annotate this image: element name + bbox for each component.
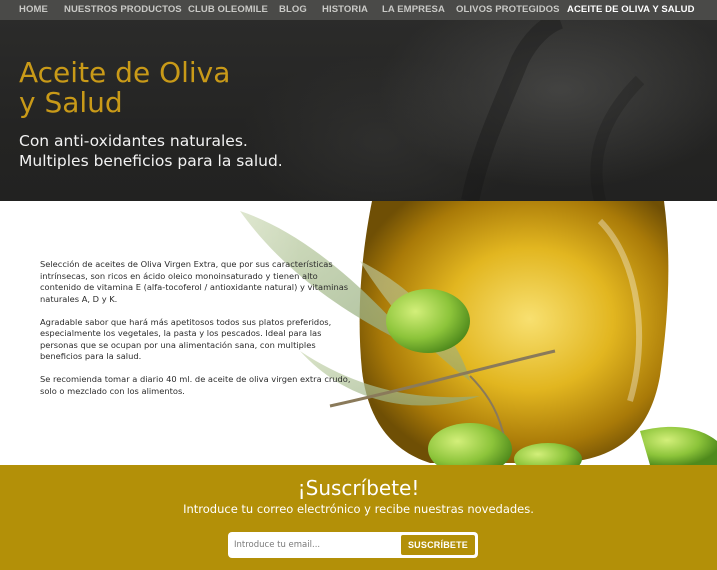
nav-item-club-oleomile[interactable]: CLUB OLEOMILE <box>188 4 268 15</box>
nav-item-historia[interactable]: HISTORIA <box>322 4 368 15</box>
content-section: Selección de aceites de Oliva Virgen Ext… <box>0 201 717 465</box>
subscribe-text: Introduce tu correo electrónico y recibe… <box>183 502 534 516</box>
hero-subtitle-line2: Multiples beneficios para la salud. <box>19 152 283 170</box>
email-input[interactable] <box>232 535 398 555</box>
nav-item-olivos-protegidos[interactable]: OLIVOS PROTEGIDOS <box>456 4 560 15</box>
nav-item-home[interactable]: HOME <box>19 4 48 15</box>
paragraph-2: Agradable sabor que hará más apetitosos … <box>40 316 332 362</box>
subscribe-button[interactable]: SUSCRÍBETE <box>401 535 475 555</box>
page-title-line1: Aceite de Oliva <box>19 56 231 89</box>
subscribe-title: ¡Suscríbete! <box>297 476 420 500</box>
subscribe-section: ¡Suscríbete! Introduce tu correo electró… <box>0 465 717 570</box>
hero-subtitle: Con anti-oxidantes naturales. Multiples … <box>19 131 379 171</box>
health-text: Selección de aceites de Oliva Virgen Ext… <box>40 259 360 409</box>
paragraph-1: Selección de aceites de Oliva Virgen Ext… <box>40 259 349 304</box>
nav-item-la-empresa[interactable]: LA EMPRESA <box>382 4 445 15</box>
nav-item-nuestros-productos[interactable]: NUESTROS PRODUCTOS <box>64 4 182 15</box>
paragraph-3: Se recomienda tomar a diario 40 ml. de a… <box>40 374 351 396</box>
main-nav: HOME NUESTROS PRODUCTOS CLUB OLEOMILE BL… <box>0 0 717 20</box>
hero-banner: Aceite de Oliva y Salud Con anti-oxidant… <box>0 20 717 201</box>
page-title: Aceite de Oliva y Salud <box>19 58 349 118</box>
nav-item-blog[interactable]: BLOG <box>279 4 307 15</box>
hero-subtitle-line1: Con anti-oxidantes naturales. <box>19 132 248 150</box>
page-title-line2: y Salud <box>19 86 123 119</box>
subscribe-form: SUSCRÍBETE <box>228 532 478 558</box>
nav-item-aceite-de-oliva-y-salud[interactable]: ACEITE DE OLIVA Y SALUD <box>567 4 695 15</box>
